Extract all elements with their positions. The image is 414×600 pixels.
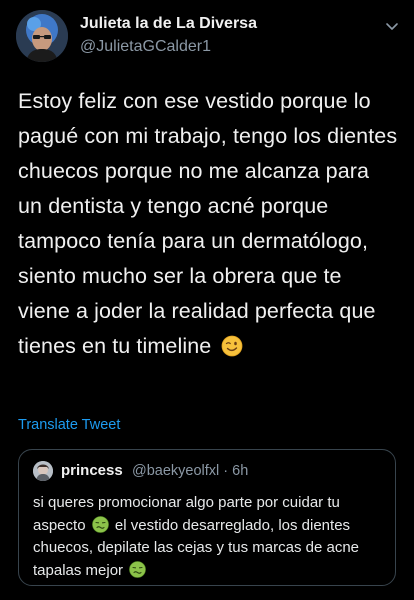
author-handle[interactable]: @JulietaGCalder1	[80, 38, 211, 56]
quoted-author-name[interactable]: princess	[61, 462, 123, 479]
author-avatar[interactable]	[16, 10, 68, 62]
wink-face-emoji	[221, 333, 243, 357]
nauseated-face-emoji	[91, 515, 109, 533]
translate-tweet-link[interactable]: Translate Tweet	[18, 417, 120, 433]
nauseated-face-emoji	[129, 560, 147, 578]
quoted-author-avatar[interactable]	[33, 461, 53, 481]
tweet-text-body: Estoy feliz con ese vestido porque lo pa…	[18, 89, 398, 358]
quoted-author-handle-time: @baekyeolfxl · 6h	[132, 463, 249, 479]
author-display-name[interactable]: Julieta la de La Diversa	[80, 15, 257, 33]
quoted-tweet-text: si queres promocionar algo parte por cui…	[33, 492, 385, 582]
tweet-card: Julieta la de La Diversa @JulietaGCalder…	[0, 0, 414, 600]
chevron-down-icon[interactable]	[384, 18, 400, 34]
tweet-text: Estoy feliz con ese vestido porque lo pa…	[18, 84, 398, 364]
quoted-tweet[interactable]: princess @baekyeolfxl · 6h si queres pro…	[18, 449, 396, 586]
